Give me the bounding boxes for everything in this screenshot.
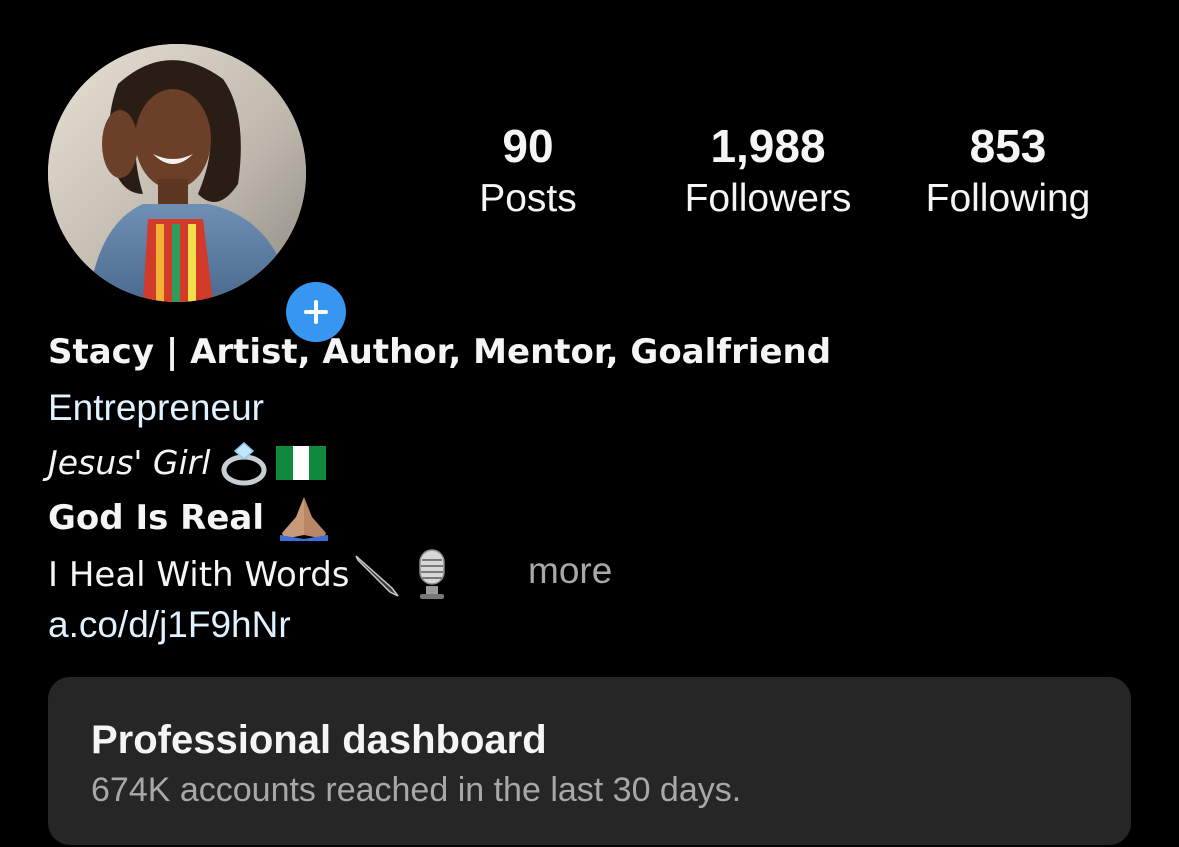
nigeria-flag-emoji-icon <box>276 446 327 480</box>
followers-count: 1,988 <box>710 120 826 172</box>
bio-more-button[interactable]: more <box>528 548 612 594</box>
microphone-emoji-icon <box>412 548 452 602</box>
posts-label: Posts <box>479 177 577 220</box>
profile-photo-icon <box>48 44 306 302</box>
following-stat[interactable]: 853 Following <box>912 118 1104 224</box>
praying-hands-emoji-icon <box>274 495 334 541</box>
avatar[interactable] <box>48 44 306 302</box>
posts-stat[interactable]: 90 Posts <box>448 118 608 224</box>
dashboard-title: Professional dashboard <box>91 718 547 762</box>
profile-name: Stacy | Artist, Author, Mentor, Goalfrie… <box>48 332 832 372</box>
bio-line-1-text: Jesus' Girl <box>48 443 211 482</box>
profile-avatar[interactable] <box>48 44 352 348</box>
bio-line-2: God Is Real <box>48 495 334 541</box>
profile-category[interactable]: Entrepreneur <box>48 385 264 431</box>
ring-emoji-icon <box>220 440 270 486</box>
professional-dashboard-card[interactable]: Professional dashboard 674K accounts rea… <box>48 677 1131 845</box>
followers-stat[interactable]: 1,988 Followers <box>666 118 870 224</box>
dashboard-subtitle: 674K accounts reached in the last 30 day… <box>91 771 742 809</box>
following-label: Following <box>925 177 1091 220</box>
posts-count: 90 <box>502 120 554 172</box>
bio-line-1: Jesus' Girl <box>48 440 327 486</box>
plus-icon <box>304 300 328 324</box>
fountain-pen-emoji-icon <box>352 550 408 600</box>
following-count: 853 <box>969 120 1047 172</box>
bio-line-3: I Heal With Words <box>48 548 452 602</box>
bio-line-2-text: God Is Real <box>48 498 265 538</box>
bio-link[interactable]: a.co/d/j1F9hNr <box>48 602 291 648</box>
bio-line-3-text: I Heal With Words <box>48 555 350 595</box>
followers-label: Followers <box>684 177 852 220</box>
